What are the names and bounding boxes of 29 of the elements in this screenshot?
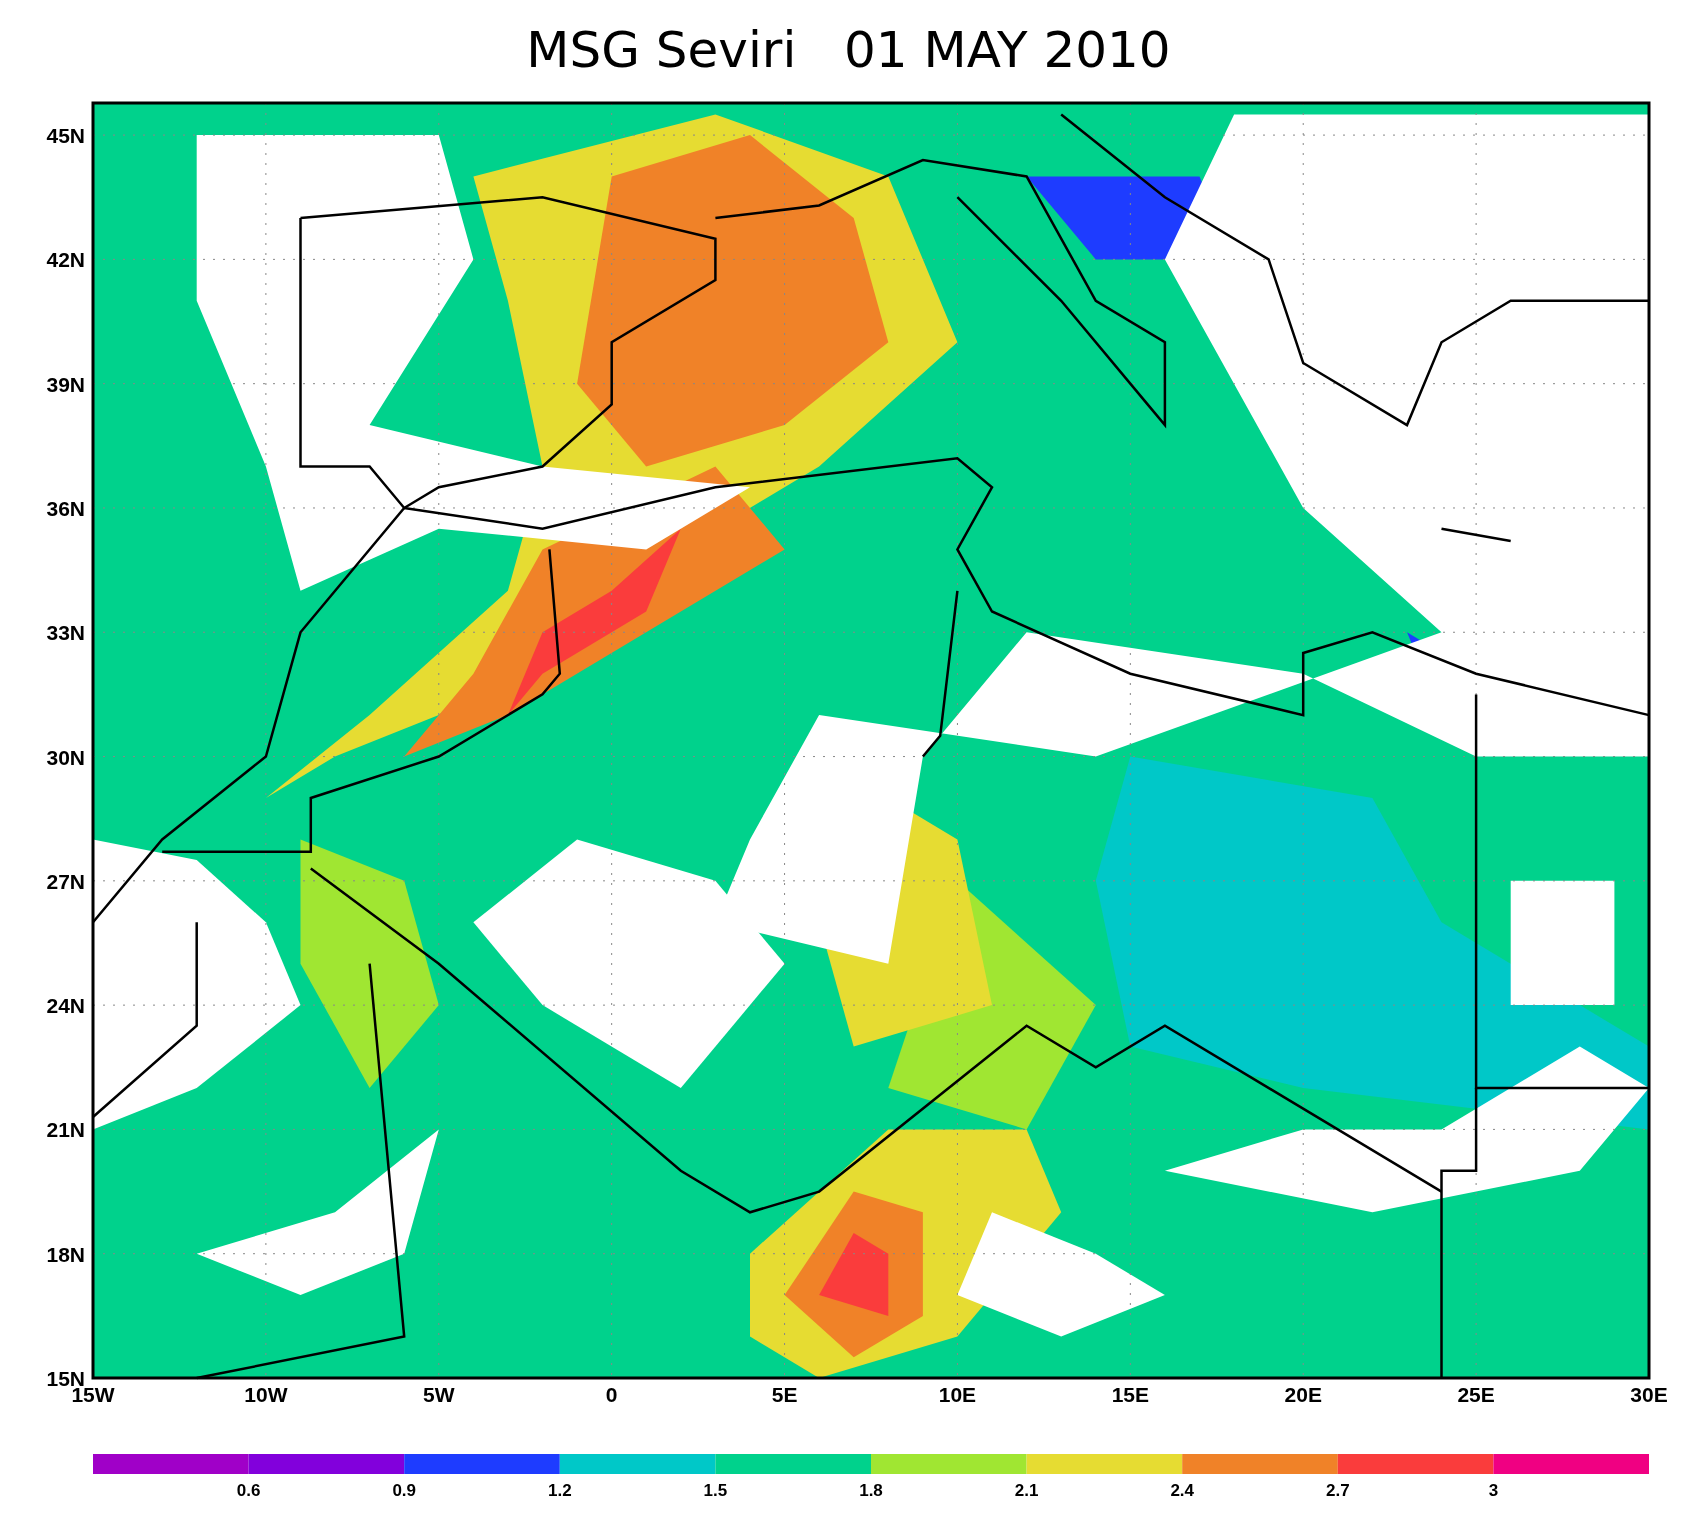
- latitude-label: 18N: [46, 1242, 85, 1266]
- latitude-label: 39N: [46, 372, 85, 396]
- colorbar-label: 1.8: [859, 1481, 883, 1500]
- colorbar-label: 2.4: [1170, 1481, 1194, 1500]
- colorbar-label: 0.6: [236, 1481, 261, 1500]
- latitude-label: 42N: [46, 248, 85, 272]
- latitude-label: 30N: [46, 745, 85, 769]
- longitude-label: 0: [605, 1383, 618, 1406]
- colorbar-label: 0.9: [392, 1481, 416, 1500]
- latitude-label: 24N: [46, 994, 85, 1018]
- longitude-label: 10E: [938, 1383, 977, 1406]
- longitude-label: 25E: [1457, 1383, 1495, 1406]
- longitude-label: 5E: [771, 1383, 798, 1406]
- longitude-label: 20E: [1284, 1383, 1322, 1406]
- longitude-label: 30E: [1630, 1383, 1668, 1406]
- longitude-label: 10W: [244, 1383, 288, 1406]
- colorbar-label: 2.1: [1014, 1481, 1039, 1500]
- colorbar-label: 1.2: [548, 1481, 572, 1500]
- colorbar-label: 3: [1488, 1481, 1499, 1500]
- latitude-label: 27N: [46, 869, 85, 893]
- chart-title: MSG Seviri 01 MAY 2010: [526, 20, 1171, 80]
- colorbar-label: 1.5: [703, 1481, 728, 1500]
- colorbar-label: 2.7: [1326, 1481, 1350, 1500]
- latitude-label: 33N: [46, 621, 85, 645]
- longitude-label: 15E: [1111, 1383, 1149, 1406]
- longitude-label: 5W: [423, 1383, 455, 1406]
- latitude-label: 45N: [46, 124, 85, 148]
- latitude-label: 36N: [46, 496, 85, 520]
- latitude-label: 21N: [46, 1118, 85, 1142]
